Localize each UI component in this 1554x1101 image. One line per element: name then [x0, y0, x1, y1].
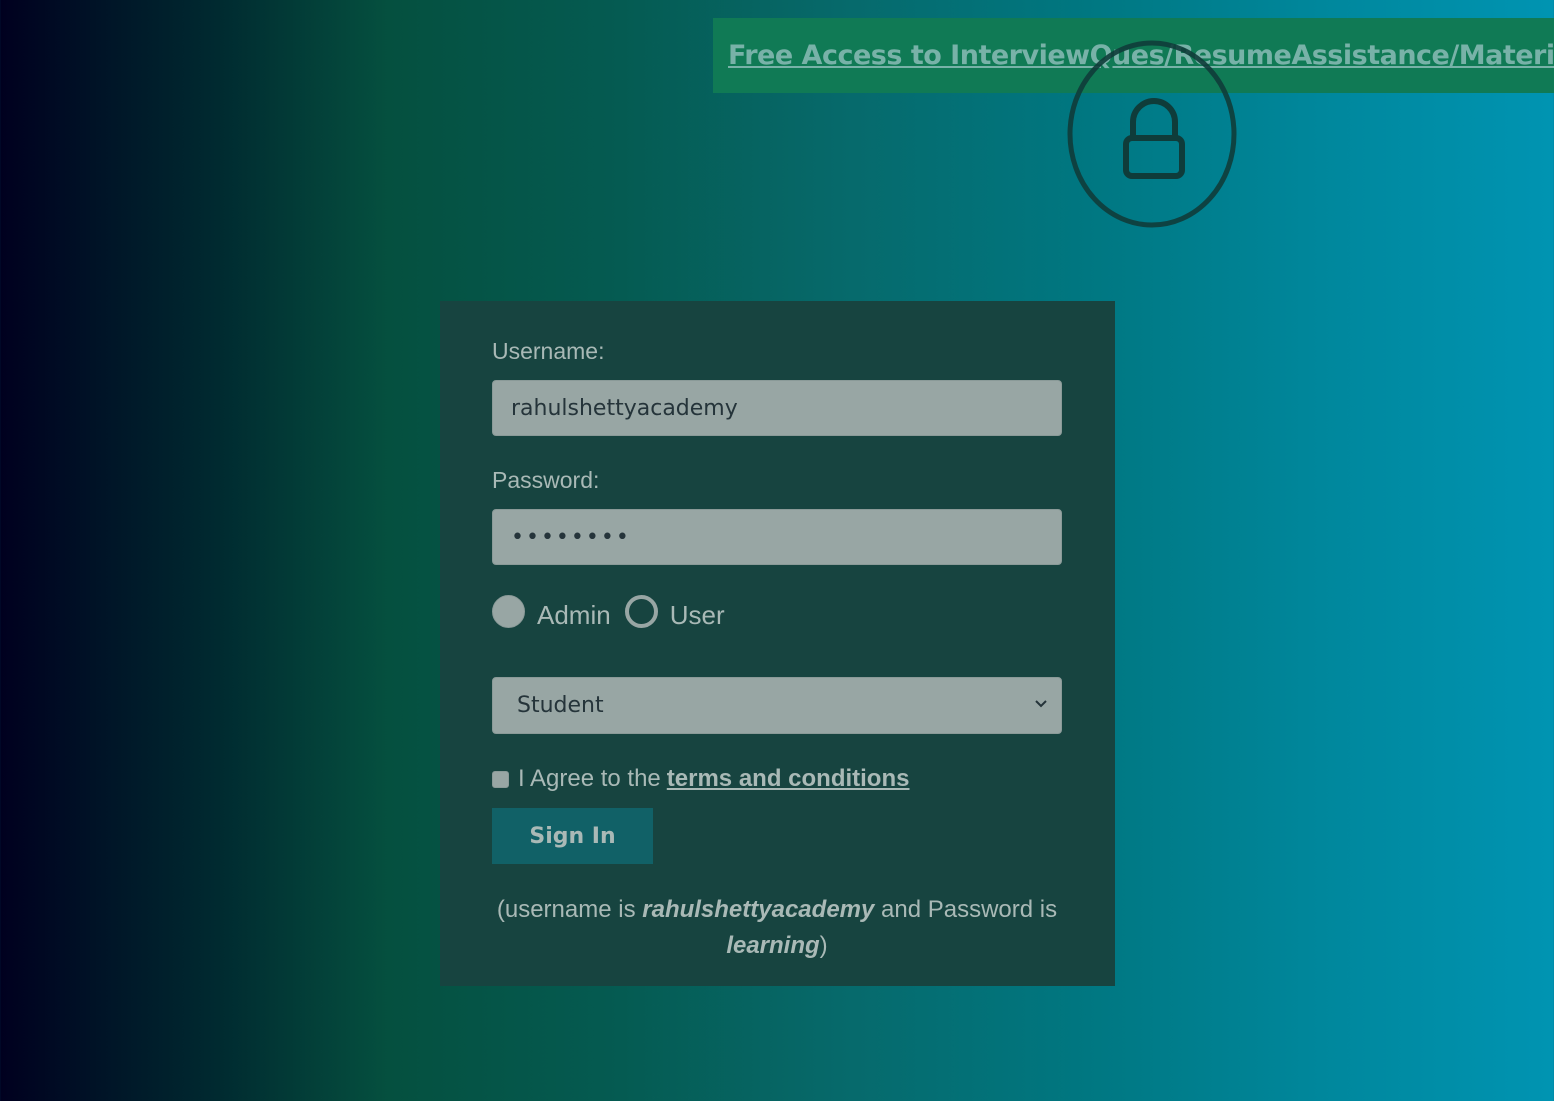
role-select[interactable]: Student — [492, 677, 1062, 734]
login-form: Username: Password: Admin User Student I… — [440, 301, 1115, 986]
credentials-hint: (username is rahulshettyacademy and Pass… — [492, 892, 1062, 964]
hint-middle: and Password is — [881, 896, 1058, 923]
admin-radio[interactable] — [492, 594, 525, 628]
hint-password: learning — [726, 932, 820, 959]
lock-icon — [1067, 40, 1237, 228]
sign-in-button[interactable]: Sign In — [492, 808, 653, 864]
role-select-value: Student — [517, 693, 604, 718]
username-label: Username: — [492, 338, 605, 364]
terms-checkbox[interactable] — [492, 770, 509, 788]
hint-username: rahulshettyacademy — [642, 896, 875, 923]
username-input[interactable] — [492, 380, 1062, 436]
hint-close: ) — [819, 932, 828, 959]
chevron-down-icon — [1035, 700, 1047, 708]
terms-link[interactable]: terms and conditions — [667, 765, 910, 793]
terms-row: I Agree to the terms and conditions — [492, 764, 1063, 794]
admin-radio-label[interactable]: Admin — [537, 600, 611, 631]
user-radio[interactable] — [624, 594, 658, 628]
password-label: Password: — [492, 467, 600, 493]
hint-open: (username is — [496, 896, 636, 923]
role-radio-group: Admin User — [492, 589, 1063, 633]
password-input[interactable] — [492, 509, 1062, 565]
terms-prefix: I Agree to the — [518, 765, 661, 792]
user-radio-label[interactable]: User — [670, 600, 725, 631]
